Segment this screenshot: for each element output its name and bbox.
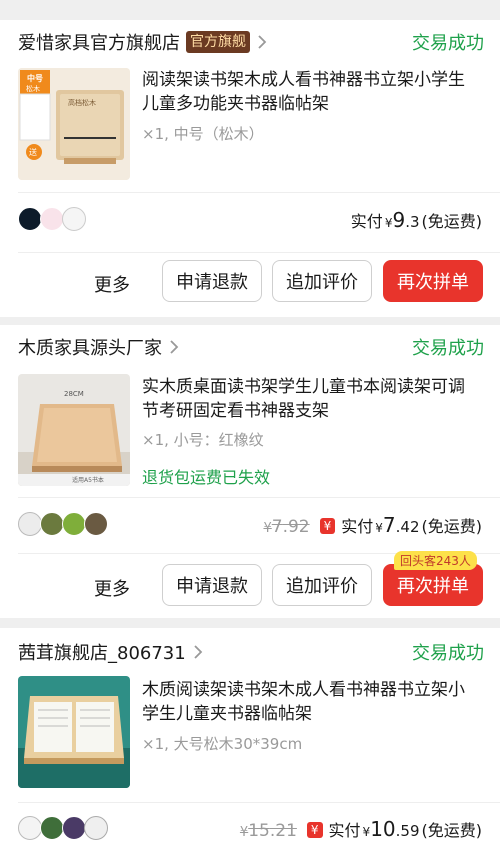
order-status: 交易成功 (412, 33, 484, 54)
order-card: 茜茸旗舰店_806731 交易成功 木质阅读架读书架木成人看书神器书立架小学生儿… (0, 628, 500, 857)
order-card: 爱惜家具官方旗舰店 官方旗舰 交易成功 中号 松木 送 高档松木 阅读架读书架木… (0, 20, 500, 317)
thumb-size-label: 中号 (27, 74, 43, 83)
original-price-integer: 7 (271, 517, 283, 537)
thumb-size-label: 28CM (64, 390, 84, 398)
free-shipping-note: (免运费) (421, 821, 483, 840)
currency-symbol: ¥ (263, 521, 272, 536)
rebuy-button[interactable]: 再次拼单 (383, 260, 483, 302)
shop-name[interactable]: 木质家具源头厂家 (18, 334, 162, 360)
chevron-right-icon (258, 35, 267, 49)
divider (18, 497, 500, 498)
product-thumbnail[interactable] (18, 676, 130, 788)
official-store-badge: 官方旗舰 (186, 31, 250, 53)
paid-amount: 实付 ¥ 9 .3 (免运费) (351, 208, 482, 232)
paid-decimal: .3 (405, 213, 420, 231)
price-summary: ¥7.92 ¥ 实付 ¥ 7 .42 (免运费) (263, 513, 482, 537)
original-price-decimal: .21 (269, 821, 297, 841)
thumb-gift-label: 送 (29, 148, 37, 157)
avatar (40, 512, 64, 536)
add-review-button[interactable]: 追加评价 (272, 260, 372, 302)
product-title[interactable]: 实木质桌面读书架学生儿童书本阅读架可调节考研固定看书神器支架 (142, 375, 478, 423)
shop-name[interactable]: 茜茸旗舰店_806731 (18, 639, 186, 665)
original-price: ¥15.21 (240, 821, 297, 841)
thumb-caption: 适用A5书本 (72, 477, 104, 484)
product-thumbnail[interactable]: 中号 松木 送 高档松木 (18, 68, 130, 180)
avatar (18, 512, 42, 536)
avatar (40, 816, 64, 840)
refund-button[interactable]: 申请退款 (162, 564, 262, 606)
divider (18, 802, 500, 803)
paid-label: 实付 (341, 517, 374, 536)
paid-integer: 9 (392, 208, 406, 232)
thumb-caption: 高档松木 (68, 99, 96, 107)
currency-symbol: ¥ (384, 216, 393, 230)
avatar (40, 207, 64, 231)
thumb-material-label: 松木 (26, 85, 40, 93)
add-review-button[interactable]: 追加评价 (272, 564, 372, 606)
avatar (18, 816, 42, 840)
more-button[interactable]: 更多 (94, 575, 130, 601)
chevron-right-icon (194, 645, 202, 659)
currency-symbol: ¥ (362, 825, 371, 839)
free-shipping-note: (免运费) (421, 517, 483, 536)
order-status: 交易成功 (412, 338, 484, 359)
return-shipping-note: 退货包运费已失效 (142, 468, 271, 487)
shop-header[interactable]: 茜茸旗舰店_806731 交易成功 (18, 632, 484, 672)
paid-label: 实付 (350, 212, 383, 231)
avatar (84, 816, 108, 840)
paid-label: 实付 (328, 821, 361, 840)
order-card: 木质家具源头厂家 交易成功 28CM 适用A5书本 实木质桌面读书架学生儿童书本… (0, 325, 500, 618)
divider (18, 192, 500, 193)
refund-button[interactable]: 申请退款 (162, 260, 262, 302)
avatar (18, 207, 42, 231)
free-shipping-note: (免运费) (421, 212, 483, 231)
paid-integer: 7 (382, 513, 396, 537)
original-price-decimal: .92 (282, 517, 310, 537)
group-avatars (18, 512, 108, 536)
rebuy-button[interactable]: 再次拼单 (383, 564, 483, 606)
divider (18, 252, 500, 253)
group-avatars (18, 207, 86, 231)
paid-integer: 10 (370, 817, 396, 841)
order-status: 交易成功 (412, 643, 484, 664)
price-summary: ¥15.21 ¥ 实付 ¥ 10 .59 (免运费) (240, 817, 482, 841)
shop-header[interactable]: 爱惜家具官方旗舰店 官方旗舰 交易成功 (18, 22, 484, 62)
product-image (18, 676, 130, 788)
returning-customers-tip: 回头客243人 (394, 551, 477, 570)
avatar (84, 512, 108, 536)
avatar (62, 512, 86, 536)
shop-name[interactable]: 爱惜家具官方旗舰店 (18, 29, 180, 55)
product-spec: ×1, 中号（松木） (142, 125, 264, 143)
avatar (62, 207, 86, 231)
discount-badge: ¥ (306, 822, 323, 838)
product-title[interactable]: 木质阅读架读书架木成人看书神器书立架小学生儿童夹书器临帖架 (142, 678, 478, 726)
original-price-integer: 15 (248, 821, 270, 841)
original-price: ¥7.92 (263, 517, 309, 537)
avatar (62, 816, 86, 840)
paid-decimal: .59 (395, 822, 420, 840)
shop-header[interactable]: 木质家具源头厂家 交易成功 (18, 327, 484, 367)
product-spec: ×1, 大号松木30*39cm (142, 735, 303, 753)
currency-symbol: ¥ (375, 521, 383, 535)
chevron-right-icon (170, 340, 179, 354)
paid-decimal: .42 (395, 518, 420, 536)
product-spec: ×1, 小号：红橡纹 (142, 431, 264, 449)
group-avatars (18, 816, 108, 840)
discount-badge: ¥ (319, 518, 336, 534)
product-title[interactable]: 阅读架读书架木成人看书神器书立架小学生儿童多功能夹书器临帖架 (142, 68, 478, 116)
currency-symbol: ¥ (239, 825, 249, 840)
more-button[interactable]: 更多 (94, 271, 130, 297)
product-thumbnail[interactable]: 28CM 适用A5书本 (18, 374, 130, 486)
